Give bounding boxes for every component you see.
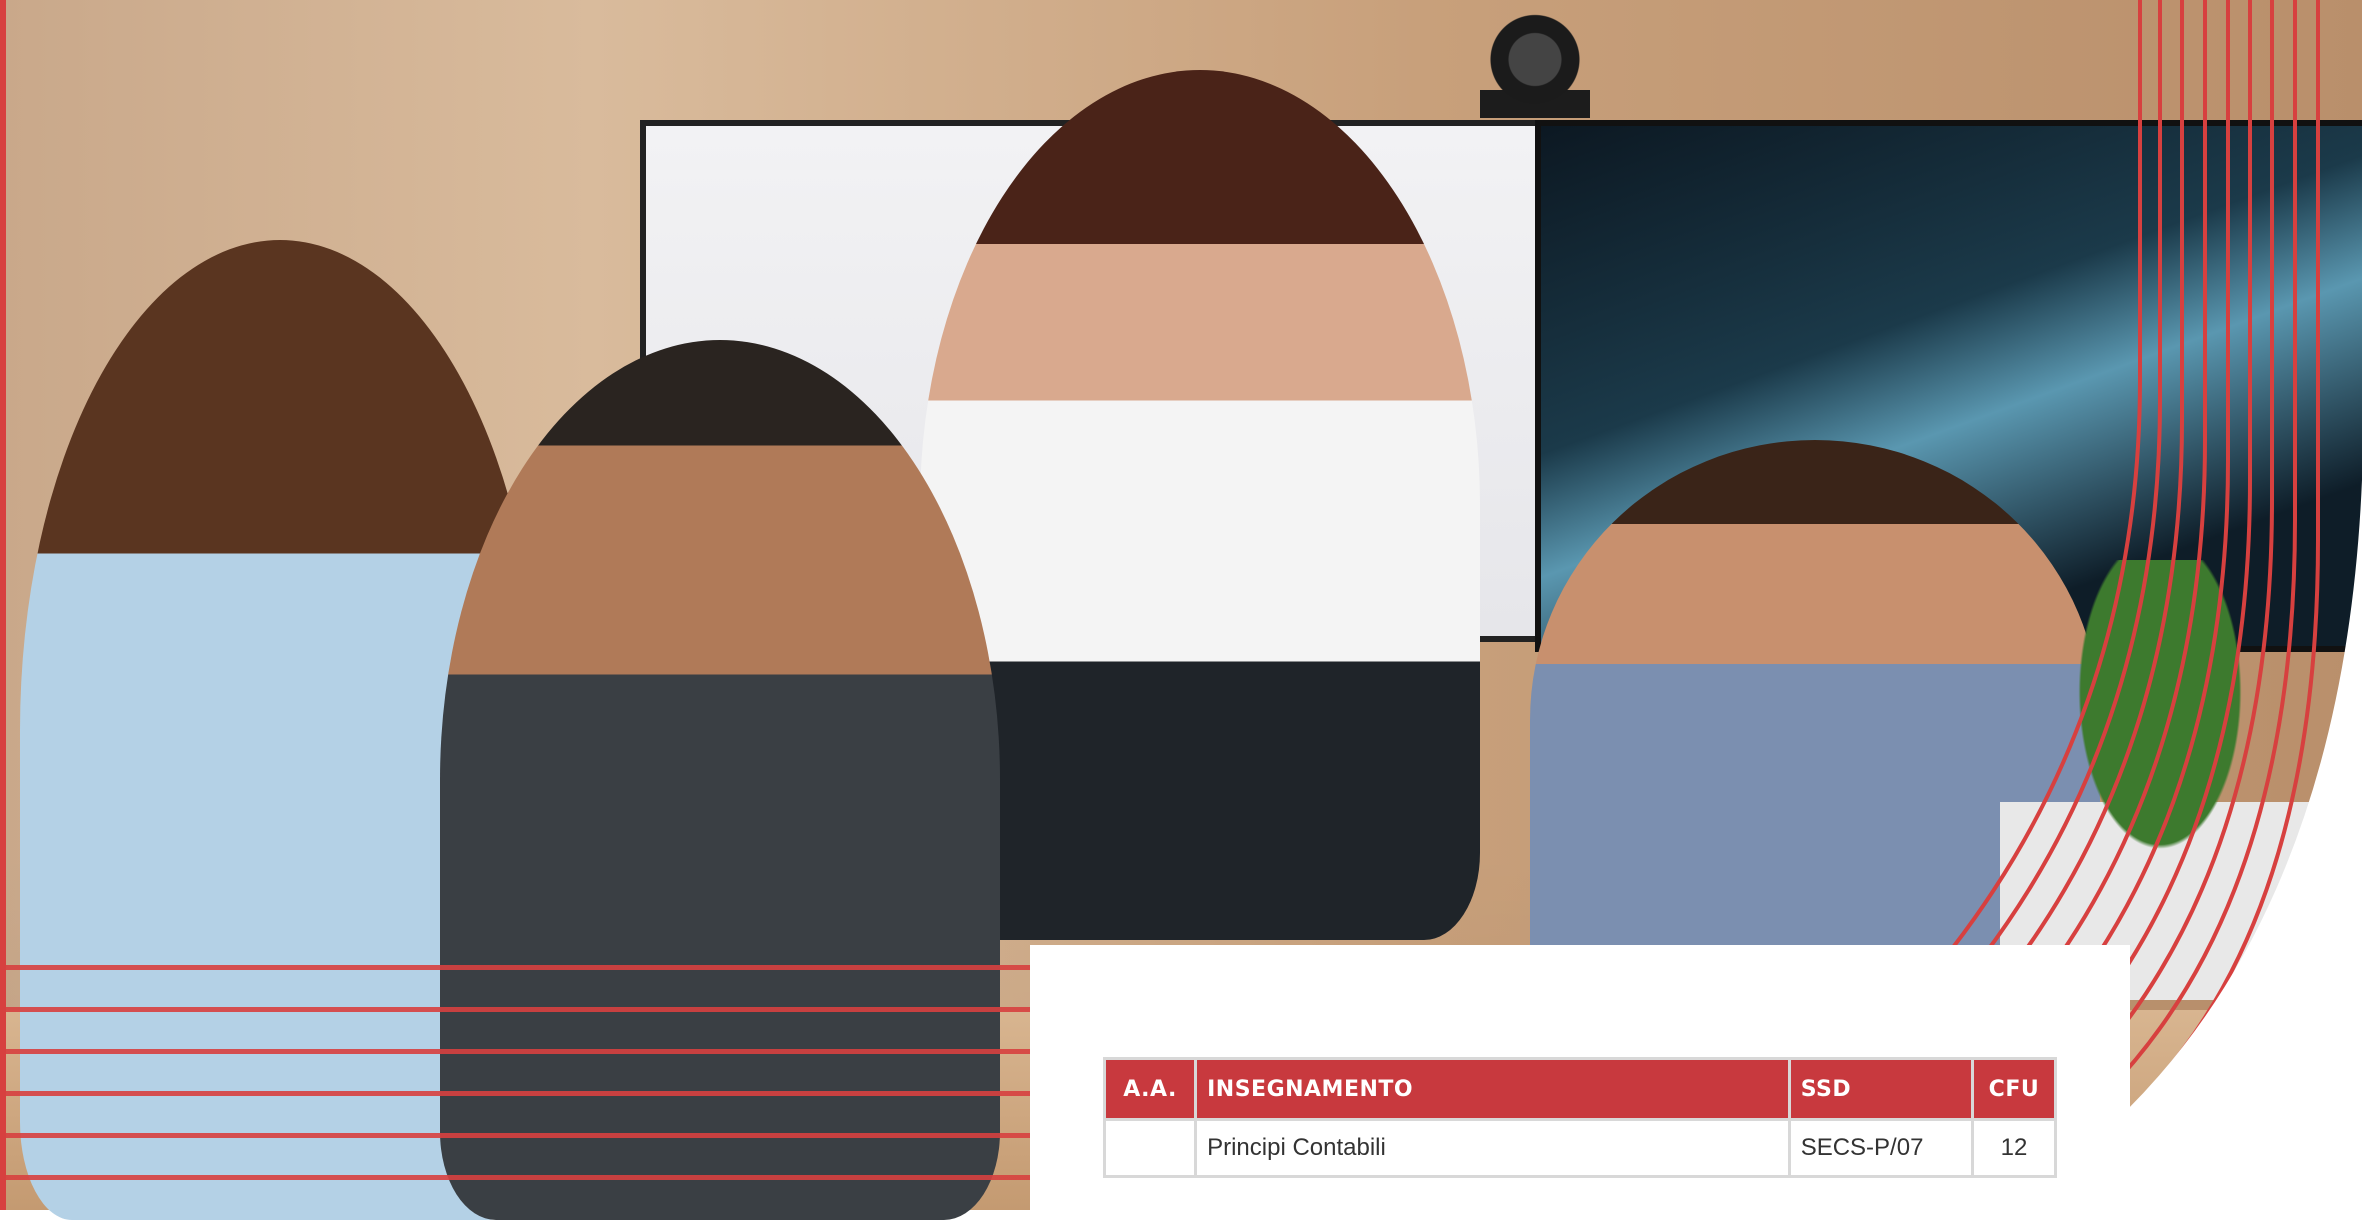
conference-camera — [1440, 10, 1630, 120]
person-standing-woman — [920, 70, 1480, 940]
table-header-row: A.A. INSEGNAMENTO SSD CFU — [1102, 1057, 2058, 1121]
cell-insegnamento: Principi Contabili — [1194, 1118, 1791, 1178]
header-ssd: SSD — [1787, 1057, 1974, 1121]
header-insegnamento: INSEGNAMENTO — [1194, 1057, 1791, 1121]
cell-aa — [1102, 1118, 1198, 1178]
cell-cfu: 12 — [1970, 1118, 2058, 1178]
courses-table: A.A. INSEGNAMENTO SSD CFU Principi Conta… — [1102, 1057, 2058, 1178]
decorative-stripes — [0, 965, 1040, 1210]
table-row: Principi Contabili SECS-P/07 12 — [1102, 1118, 2058, 1178]
potted-plant — [2000, 560, 2320, 1000]
header-aa: A.A. — [1102, 1057, 1198, 1121]
cell-ssd: SECS-P/07 — [1787, 1118, 1974, 1178]
header-cfu: CFU — [1970, 1057, 2058, 1121]
